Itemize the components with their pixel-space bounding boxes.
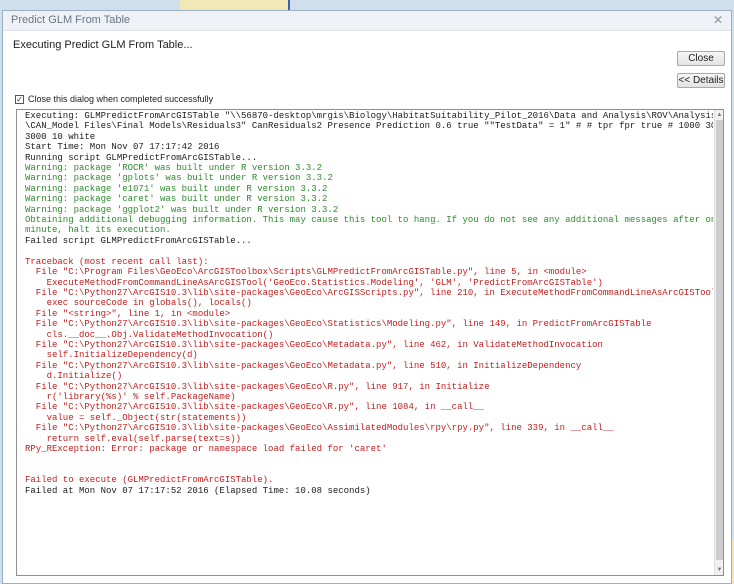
log-line: cls.__doc__.Obj.ValidateMethodInvocation… [25,329,274,340]
message-log-text: Executing: GLMPredictFromArcGISTable "\\… [25,111,713,496]
log-line: Failed at Mon Nov 07 17:17:52 2016 (Elap… [25,485,371,496]
log-line: 3000 10 white [25,131,96,142]
scroll-down-arrow-icon[interactable]: ▼ [716,566,723,574]
log-line: Running script GLMPredictFromArcGISTable… [25,152,258,163]
close-button[interactable]: Close [677,51,725,66]
log-line: RPy_RException: Error: package or namesp… [25,444,387,454]
log-line: Executing: GLMPredictFromArcGISTable "\\… [25,111,713,121]
scroll-thumb[interactable] [716,120,723,560]
log-line: Start Time: Mon Nov 07 17:17:42 2016 [25,142,220,153]
scroll-up-arrow-icon[interactable]: ▲ [716,111,723,119]
log-line: value = self._Object(str(statements)) [25,412,247,423]
log-line: File "C:\Python27\ArcGIS10.3\lib\site-pa… [25,339,603,350]
log-line: Warning: package 'caret' was built under… [25,194,328,205]
close-icon[interactable]: ✕ [709,13,727,28]
log-line: File "C:\Python27\ArcGIS10.3\lib\site-pa… [25,287,713,298]
log-line: Warning: package 'e1071' was built under… [25,183,328,194]
log-line: File "C:\Python27\ArcGIS10.3\lib\site-pa… [25,423,614,434]
checkmark-icon: ✓ [16,94,23,104]
log-line: self.InitializeDependency(d) [25,350,198,361]
log-line: exec sourceCode in globals(), locals() [25,298,252,309]
status-line: Executing Predict GLM From Table... [13,39,193,51]
log-line: Warning: package 'gplots' was built unde… [25,173,333,184]
dialog-titlebar[interactable]: Predict GLM From Table ✕ [3,11,731,31]
tool-progress-dialog: Predict GLM From Table ✕ Executing Predi… [2,10,732,584]
close-when-complete-label: Close this dialog when completed success… [28,94,214,104]
log-line: d.Initialize() [25,371,123,382]
close-when-complete-checkbox-row[interactable]: ✓ Close this dialog when completed succe… [15,93,213,105]
log-line: Warning: package 'ggplot2' was built und… [25,204,339,215]
close-when-complete-checkbox[interactable]: ✓ [15,94,24,104]
log-line: File "C:\Python27\ArcGIS10.3\lib\site-pa… [25,360,582,371]
log-line: File "C:\Python27\ArcGIS10.3\lib\site-pa… [25,319,652,330]
dialog-title: Predict GLM From Table [11,14,131,26]
log-line: File "C:\Python27\ArcGIS10.3\lib\site-pa… [25,381,490,392]
log-line: Obtaining additional debugging informati… [25,215,713,226]
log-line: File "<string>", line 1, in <module> [25,308,231,319]
log-line: Warning: package 'ROCR' was built under … [25,163,323,174]
log-line: File "C:\Program Files\GeoEco\ArcGISTool… [25,267,587,278]
details-button[interactable]: << Details [677,73,725,88]
log-line: \CAN_Model Files\Final Models\Residuals3… [25,121,713,132]
log-line: return self.eval(self.parse(text=s)) [25,433,242,444]
log-line: Failed script GLMPredictFromArcGISTable.… [25,235,252,246]
log-line: minute, halt its execution. [25,225,171,236]
message-log[interactable]: Executing: GLMPredictFromArcGISTable "\\… [16,109,724,576]
log-line: r('library(%s)' % self.PackageName) [25,391,236,402]
log-line: File "C:\Python27\ArcGIS10.3\lib\site-pa… [25,402,485,413]
log-line: ExecuteMethodFromCommandLineAsArcGISTool… [25,277,603,288]
log-line: Failed to execute (GLMPredictFromArcGIST… [25,475,274,486]
vertical-scrollbar[interactable]: ▲ ▼ [714,110,723,575]
log-line: Traceback (most recent call last): [25,256,209,267]
